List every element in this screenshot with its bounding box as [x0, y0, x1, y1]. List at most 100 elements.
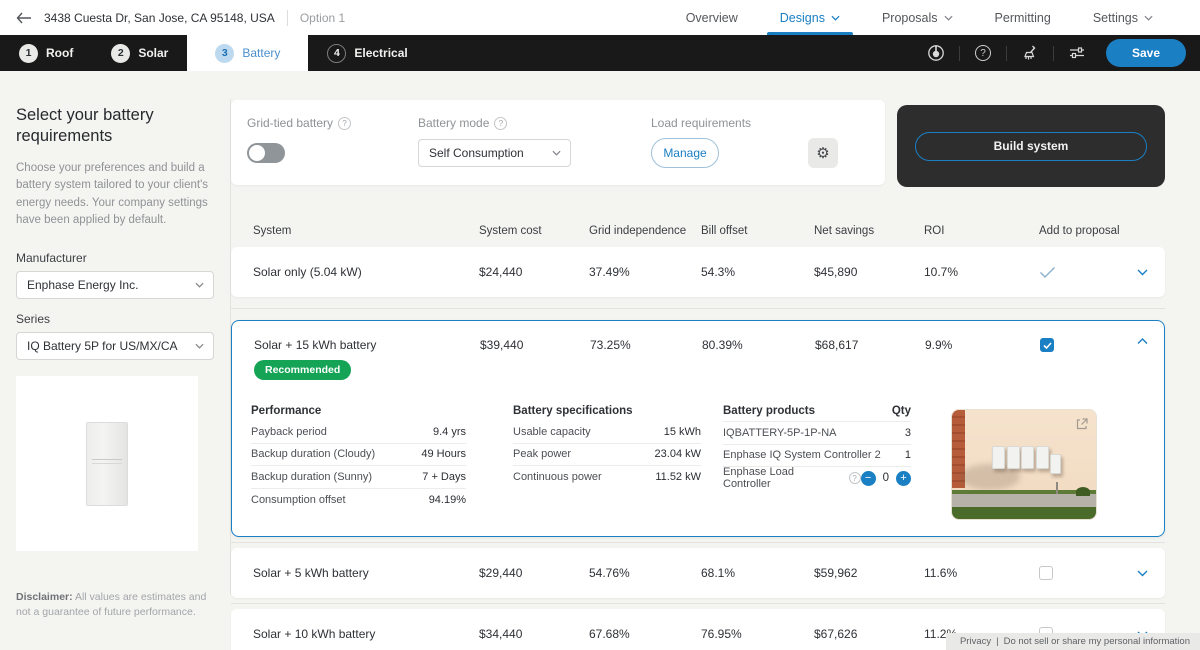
photo-battery-units [992, 446, 1061, 474]
do-not-sell-link[interactable]: Do not sell or share my personal informa… [1004, 636, 1190, 647]
external-link-icon[interactable] [1075, 417, 1089, 431]
disclaimer: Disclaimer: All values are estimates and… [16, 590, 216, 620]
toolbar-actions: ? Save [926, 35, 1200, 71]
performance-item: Payback period 9.4 yrs [251, 421, 466, 444]
grid-tied-label: Grid-tied battery [247, 116, 333, 130]
battery-unit-graphic [86, 422, 128, 506]
sliders-icon[interactable] [1067, 43, 1087, 63]
step-solar[interactable]: 2 Solar [92, 35, 187, 71]
divider [287, 10, 288, 26]
toggle-knob [249, 145, 265, 161]
spec-item: Usable capacity 15 kWh [513, 421, 701, 444]
performance-item: Backup duration (Sunny) 7 + Days [251, 466, 466, 489]
chevron-down-icon [944, 15, 953, 21]
column-header-net-savings: Net savings [814, 224, 924, 238]
column-header-system: System [253, 224, 479, 238]
chevron-down-icon[interactable] [1131, 269, 1153, 276]
system-name-cell: Solar + 15 kWh battery Recommended [254, 338, 480, 380]
expanded-row-header[interactable]: Solar + 15 kWh battery Recommended $39,4… [232, 321, 1164, 393]
nav-overview[interactable]: Overview [665, 0, 759, 35]
page-title: Select your battery requirements [16, 105, 214, 147]
grid-tied-toggle[interactable] [247, 143, 285, 163]
broom-icon[interactable] [1020, 43, 1040, 63]
battery-settings-sidebar: Select your battery requirements Choose … [0, 71, 230, 650]
performance-section: Performance Payback period 9.4 yrs Backu… [251, 399, 466, 520]
project-address: 3438 Cuesta Dr, San Jose, CA 95148, USA [44, 11, 275, 25]
content: Select your battery requirements Choose … [0, 71, 1200, 650]
included-checkmark-icon [1039, 266, 1131, 279]
product-item: IQBATTERY-5P-1P-NA 3 [723, 422, 911, 445]
step-number-badge: 1 [19, 44, 38, 63]
divider [1053, 46, 1054, 61]
table-row-solar-5kwh[interactable]: Solar + 5 kWh battery $29,440 54.76% 68.… [231, 548, 1165, 598]
grid-tied-group: Grid-tied battery ? [247, 116, 351, 163]
column-header-grid-independence: Grid independence [589, 224, 701, 238]
manufacturer-label: Manufacturer [16, 251, 214, 265]
recommended-badge: Recommended [254, 360, 351, 380]
design-option-label[interactable]: Option 1 [300, 11, 345, 25]
divider [231, 542, 1165, 543]
step-number-badge: 2 [111, 44, 130, 63]
step-number-badge: 3 [215, 44, 234, 63]
nav-proposals[interactable]: Proposals [861, 0, 974, 35]
series-label: Series [16, 312, 214, 326]
column-header-bill-offset: Bill offset [701, 224, 814, 238]
stepper-value: 0 [883, 472, 889, 484]
chevron-down-icon [195, 343, 204, 349]
build-system-button[interactable]: Build system [915, 132, 1147, 161]
save-button[interactable]: Save [1106, 39, 1186, 67]
chevron-down-icon [552, 150, 561, 156]
expanded-details: Performance Payback period 9.4 yrs Backu… [232, 393, 1164, 536]
privacy-footer: Privacy | Do not sell or share my person… [946, 633, 1200, 650]
chevron-down-icon [195, 282, 204, 288]
gear-icon[interactable]: ⚙ [808, 138, 838, 168]
chevron-down-icon [1144, 15, 1153, 21]
systems-table-header: System System cost Grid independence Bil… [231, 202, 1165, 247]
decrement-button[interactable]: − [861, 471, 876, 486]
series-select[interactable]: IQ Battery 5P for US/MX/CA [16, 332, 214, 360]
battery-product-image [16, 376, 198, 551]
nav-designs[interactable]: Designs [759, 0, 861, 35]
chevron-up-icon[interactable] [1132, 338, 1152, 345]
help-icon[interactable]: ? [494, 117, 507, 130]
step-number-badge: 4 [327, 44, 346, 63]
column-header-add-to-proposal: Add to proposal [1039, 224, 1131, 238]
load-requirements-label: Load requirements [651, 116, 751, 130]
target-icon[interactable] [926, 43, 946, 63]
add-to-proposal-checkbox[interactable] [1040, 338, 1054, 352]
step-tabs: 1 Roof 2 Solar 3 Battery 4 Electrical [0, 35, 427, 71]
product-item: Enphase IQ System Controller 2 1 [723, 445, 911, 468]
nav-settings[interactable]: Settings [1072, 0, 1174, 35]
battery-controls-card: Grid-tied battery ? Battery mode ? Self … [231, 100, 885, 185]
column-header-roi: ROI [924, 224, 1039, 238]
back-icon[interactable] [16, 12, 32, 24]
help-icon[interactable]: ? [338, 117, 351, 130]
chevron-down-icon[interactable] [1131, 570, 1153, 577]
chevron-down-icon [831, 15, 840, 21]
product-stepper-row: Enphase Load Controller ? − 0 + [723, 467, 911, 490]
page-description: Choose your preferences and build a batt… [16, 160, 214, 229]
main-nav: Overview Designs Proposals Permitting Se… [665, 0, 1174, 35]
load-requirements-group: Load requirements Manage [651, 116, 751, 168]
add-to-proposal-checkbox[interactable] [1039, 566, 1053, 580]
manage-loads-button[interactable]: Manage [651, 138, 719, 168]
spec-item: Continuous power 11.52 kW [513, 466, 701, 489]
increment-button[interactable]: + [896, 471, 911, 486]
divider [1006, 46, 1007, 61]
privacy-link[interactable]: Privacy [960, 636, 991, 647]
help-icon[interactable]: ? [973, 43, 993, 63]
active-tab-underline [767, 32, 853, 35]
step-battery[interactable]: 3 Battery [187, 35, 308, 71]
manufacturer-select[interactable]: Enphase Energy Inc. [16, 271, 214, 299]
step-electrical[interactable]: 4 Electrical [308, 35, 426, 71]
step-roof[interactable]: 1 Roof [0, 35, 92, 71]
spec-item: Peak power 23.04 kW [513, 444, 701, 467]
battery-mode-select[interactable]: Self Consumption [418, 139, 571, 167]
nav-permitting[interactable]: Permitting [974, 0, 1072, 35]
battery-products-section: Battery products Qty IQBATTERY-5P-1P-NA … [723, 399, 911, 520]
help-icon[interactable]: ? [849, 472, 861, 484]
battery-installation-photo [951, 409, 1097, 520]
table-row-solar-only[interactable]: Solar only (5.04 kW) $24,440 37.49% 54.3… [231, 247, 1165, 297]
quantity-stepper: − 0 + [861, 471, 911, 486]
battery-mode-group: Battery mode ? Self Consumption [418, 116, 571, 167]
